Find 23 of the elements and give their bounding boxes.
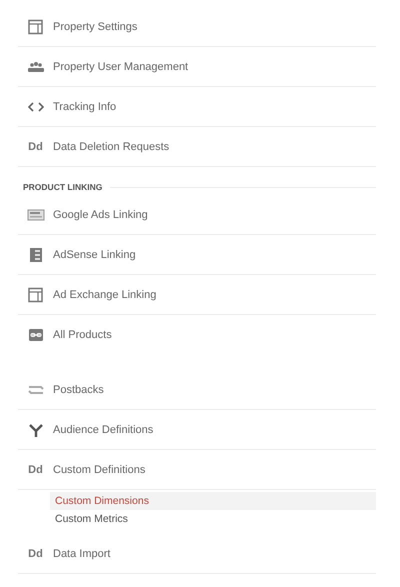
dd-icon: Dd: [28, 548, 43, 560]
menu-item[interactable]: Google Ads Linking: [53, 208, 148, 220]
menu-item[interactable]: Tracking Info: [53, 100, 116, 112]
menu-item[interactable]: Property Settings: [53, 20, 138, 32]
section-heading: PRODUCT LINKING: [23, 182, 102, 192]
fork-icon: [26, 422, 44, 438]
menu-item[interactable]: Custom Definitions: [53, 464, 146, 476]
menu-item[interactable]: Data Import: [53, 548, 110, 560]
menu-item[interactable]: AdSense Linking: [53, 248, 136, 260]
link-icon: [26, 326, 44, 342]
window-icon: [26, 286, 44, 302]
menu-item[interactable]: Postbacks: [53, 384, 104, 396]
dd-icon: Dd: [28, 464, 43, 476]
screen-icon: [26, 206, 44, 222]
menu-item[interactable]: All Products: [53, 328, 112, 340]
submenu-item[interactable]: Custom Metrics: [50, 510, 376, 528]
menu-item[interactable]: Audience Definitions: [53, 424, 154, 436]
submenu-item[interactable]: Custom Dimensions: [50, 492, 376, 510]
menu-item[interactable]: Data Deletion Requests: [53, 140, 170, 152]
window-icon: [26, 18, 44, 34]
menu-item[interactable]: Ad Exchange Linking: [53, 288, 156, 300]
dd-icon: Dd: [28, 140, 43, 152]
menu-item[interactable]: Property User Management: [53, 60, 188, 72]
